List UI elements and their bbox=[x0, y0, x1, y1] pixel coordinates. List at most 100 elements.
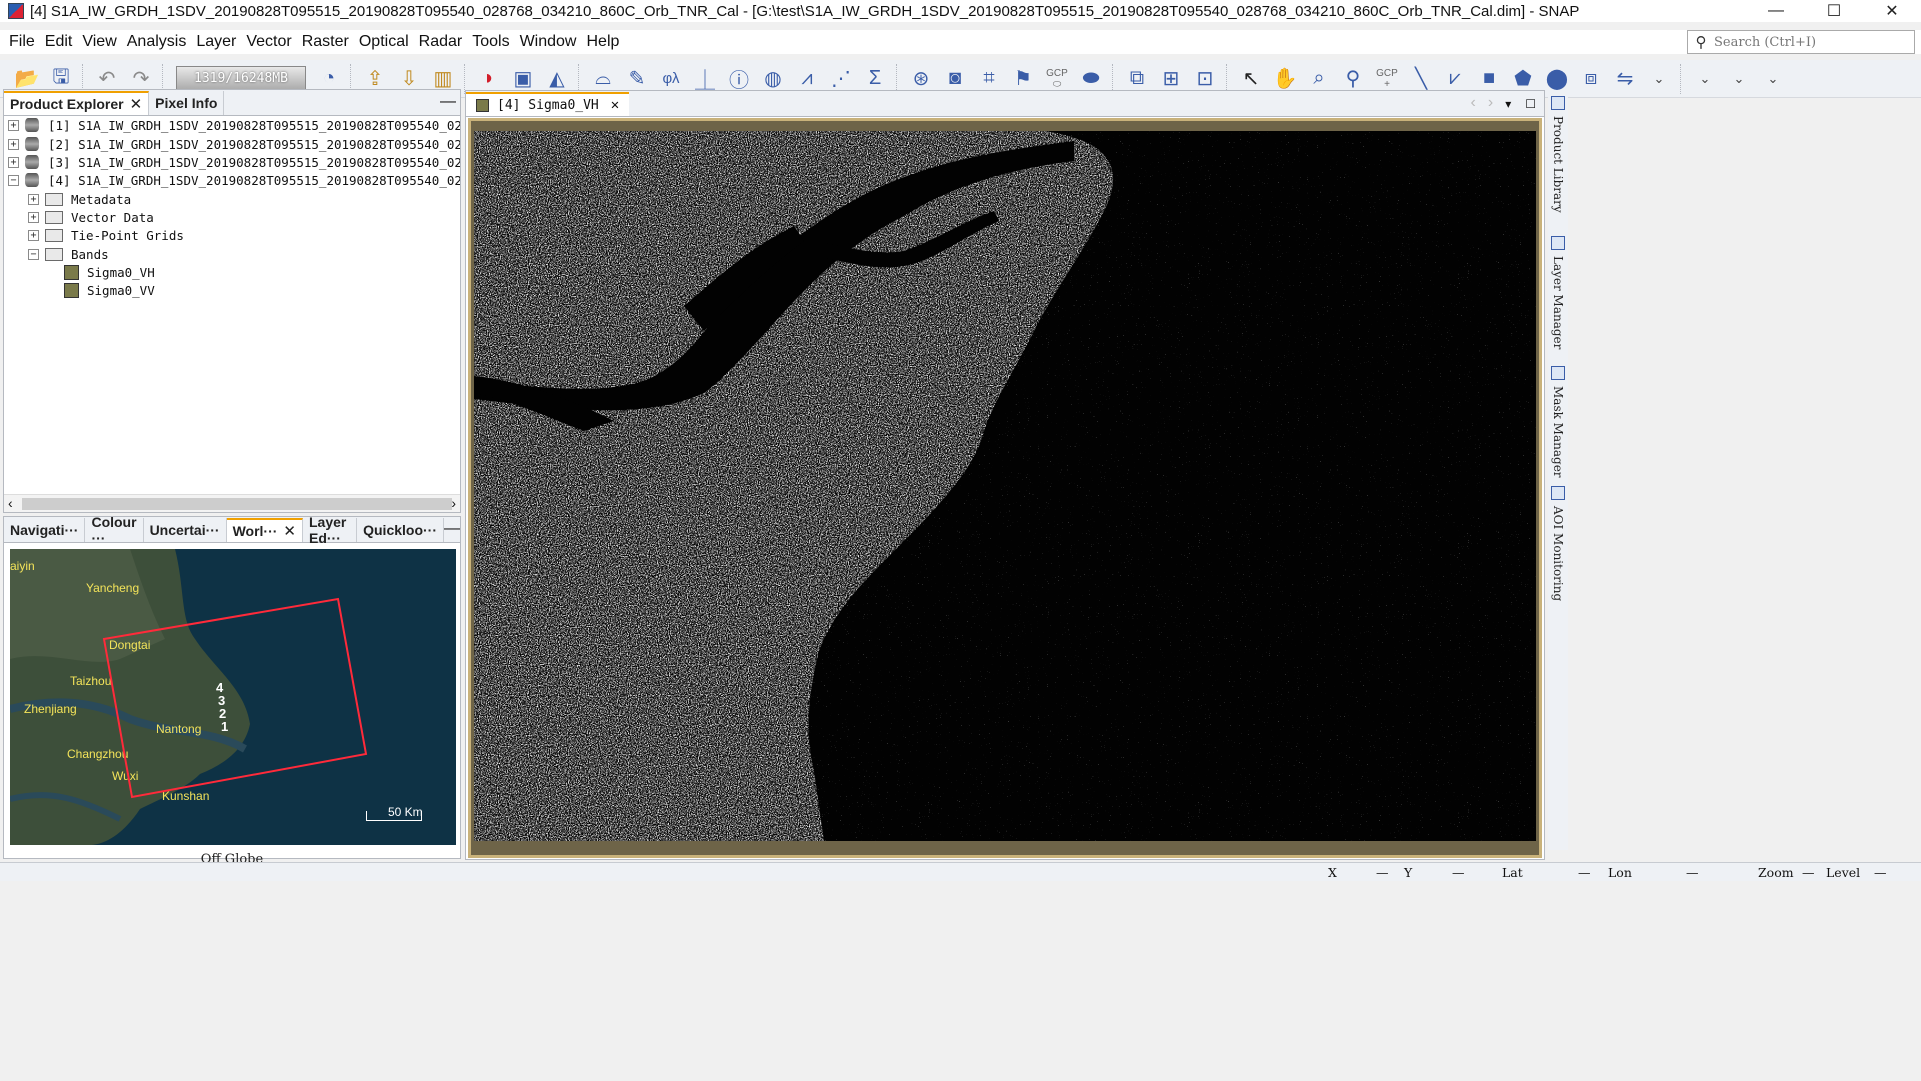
camera-icon[interactable]: ◙ bbox=[938, 64, 972, 94]
range-finder-icon[interactable]: ⌓ bbox=[586, 64, 620, 94]
tree-band-sigma0-vh[interactable]: Sigma0_VH bbox=[64, 263, 155, 281]
minimize-button[interactable]: — bbox=[1747, 0, 1805, 22]
insert-figure-icon[interactable]: ⧈ bbox=[1574, 64, 1608, 94]
tree-product-4[interactable]: − [4] S1A_IW_GRDH_1SDV_20190828T095515_2… bbox=[8, 171, 460, 189]
gcp-placing-icon[interactable]: GCP + bbox=[1370, 64, 1404, 94]
tab-navigation[interactable]: Navigati··· bbox=[4, 518, 86, 542]
mask-icon[interactable]: ⬬ bbox=[1074, 64, 1108, 94]
close-button[interactable]: ✕ bbox=[1863, 0, 1921, 22]
menu-file[interactable]: File bbox=[4, 33, 40, 51]
world-map-view[interactable]: aiyin Yancheng Dongtai Taizhou Zhenjiang… bbox=[10, 549, 456, 845]
close-icon[interactable]: ✕ bbox=[283, 522, 296, 540]
tree-band-sigma0-vv[interactable]: Sigma0_VV bbox=[64, 281, 155, 299]
expand-icon[interactable]: + bbox=[8, 119, 19, 131]
expand-icon[interactable]: + bbox=[8, 156, 19, 168]
information-icon[interactable]: ⓘ bbox=[722, 64, 756, 94]
menu-tools[interactable]: Tools bbox=[467, 33, 514, 51]
toolbar-overflow-icon[interactable]: ⌄ bbox=[1722, 64, 1756, 94]
scatter-plot-icon[interactable]: ⋰ bbox=[824, 64, 858, 94]
expand-icon[interactable]: + bbox=[28, 193, 39, 205]
minimize-panel-button[interactable]: — bbox=[444, 520, 460, 542]
menu-edit[interactable]: Edit bbox=[40, 33, 78, 51]
tree-product-2[interactable]: + [2] S1A_IW_GRDH_1SDV_20190828T095515_2… bbox=[8, 135, 460, 153]
band-maths-icon[interactable]: ▣ bbox=[506, 64, 540, 94]
toolbar-overflow-icon[interactable]: ⌄ bbox=[1756, 64, 1790, 94]
polygon-drawing-icon[interactable]: ⬟ bbox=[1506, 64, 1540, 94]
maximize-window-icon[interactable]: ☐ bbox=[1517, 97, 1544, 116]
menu-raster[interactable]: Raster bbox=[297, 33, 354, 51]
menu-optical[interactable]: Optical bbox=[354, 33, 414, 51]
tab-colour[interactable]: Colour ··· bbox=[85, 514, 144, 546]
gcp-manager-icon[interactable]: GCP ⬭ bbox=[1040, 64, 1074, 94]
close-icon[interactable]: ✕ bbox=[130, 95, 143, 113]
nav-next-icon[interactable]: › bbox=[1482, 94, 1499, 116]
expand-icon[interactable]: + bbox=[8, 138, 19, 150]
toolbar-overflow-icon[interactable]: ⌄ bbox=[1688, 64, 1722, 94]
side-tab-product-library[interactable]: Product Library bbox=[1548, 96, 1568, 213]
zoom-tool-icon[interactable]: ⌕ bbox=[1302, 64, 1336, 94]
scrollbar-thumb[interactable] bbox=[22, 498, 452, 510]
wind-icon[interactable]: ⊛ bbox=[904, 64, 938, 94]
tab-world-view[interactable]: Worl··· ✕ bbox=[226, 518, 303, 542]
world-map-icon[interactable]: ⊡ bbox=[1188, 64, 1222, 94]
tab-pixel-info[interactable]: Pixel Info bbox=[149, 91, 225, 115]
magic-wand-icon[interactable]: ⇋ bbox=[1608, 64, 1642, 94]
memory-indicator[interactable]: 1319/16248MB bbox=[176, 65, 306, 92]
menu-window[interactable]: Window bbox=[515, 33, 582, 51]
tree-product-3[interactable]: + [3] S1A_IW_GRDH_1SDV_20190828T095515_2… bbox=[8, 153, 460, 171]
sar-image[interactable] bbox=[474, 131, 1536, 841]
image-canvas[interactable] bbox=[468, 118, 1542, 858]
menu-radar[interactable]: Radar bbox=[414, 33, 468, 51]
tab-product-explorer[interactable]: Product Explorer ✕ bbox=[4, 91, 150, 115]
horizontal-scrollbar[interactable]: ‹ › bbox=[4, 494, 460, 512]
expand-icon[interactable]: + bbox=[28, 229, 39, 241]
geocoding-icon[interactable]: ◍ bbox=[756, 64, 790, 94]
graph-builder-icon[interactable]: ⧉ bbox=[1120, 64, 1154, 94]
nav-prev-icon[interactable]: ‹ bbox=[1465, 94, 1482, 116]
tree-node-bands[interactable]: − Bands bbox=[28, 245, 109, 263]
statistics-icon[interactable]: Σ bbox=[858, 64, 892, 94]
profile-plot-icon[interactable]: ⏊ bbox=[688, 64, 722, 94]
close-icon[interactable]: ✕ bbox=[611, 97, 619, 113]
side-tab-mask-manager[interactable]: Mask Manager bbox=[1548, 366, 1568, 478]
scroll-right-icon[interactable]: › bbox=[451, 495, 456, 511]
select-tool-icon[interactable]: ↖ bbox=[1234, 64, 1268, 94]
tab-quicklook[interactable]: Quickloo··· bbox=[357, 518, 444, 542]
line-drawing-icon[interactable]: ╲ bbox=[1404, 64, 1438, 94]
spectrum-icon[interactable]: ◭ bbox=[540, 64, 574, 94]
histogram-icon[interactable]: ⩘ bbox=[790, 64, 824, 94]
expand-icon[interactable]: + bbox=[28, 211, 39, 223]
graticule-icon[interactable]: ⌗ bbox=[972, 64, 1006, 94]
menu-help[interactable]: Help bbox=[581, 33, 624, 51]
search-input[interactable]: ⚲ Search (Ctrl+I) bbox=[1687, 30, 1915, 54]
tab-layer-editor[interactable]: Layer Ed··· bbox=[303, 514, 358, 546]
tree-product-1[interactable]: + [1] S1A_IW_GRDH_1SDV_20190828T095515_2… bbox=[8, 116, 460, 134]
collapse-icon[interactable]: − bbox=[8, 174, 19, 186]
tab-sigma0-vh[interactable]: [4] Sigma0_VH ✕ bbox=[466, 92, 630, 116]
pin-icon[interactable]: ⚑ bbox=[1006, 64, 1040, 94]
tree-node-metadata[interactable]: + Metadata bbox=[28, 190, 131, 208]
menu-vector[interactable]: Vector bbox=[241, 33, 296, 51]
scroll-left-icon[interactable]: ‹ bbox=[8, 495, 13, 511]
rgb-image-icon[interactable]: ◗ bbox=[472, 64, 506, 94]
tree-node-vector-data[interactable]: + Vector Data bbox=[28, 208, 154, 226]
phi-lambda-icon[interactable]: φλ bbox=[654, 64, 688, 94]
edit-shape-icon[interactable]: ✎ bbox=[620, 64, 654, 94]
collapse-icon[interactable]: − bbox=[28, 248, 39, 260]
side-tab-layer-manager[interactable]: Layer Manager bbox=[1548, 236, 1568, 349]
pin-placing-icon[interactable]: ⚲ bbox=[1336, 64, 1370, 94]
tab-uncertainty[interactable]: Uncertai··· bbox=[144, 518, 227, 542]
batch-processing-icon[interactable]: ⊞ bbox=[1154, 64, 1188, 94]
toolbar-overflow-icon[interactable]: ⌄ bbox=[1642, 64, 1676, 94]
menu-layer[interactable]: Layer bbox=[191, 33, 241, 51]
polyline-drawing-icon[interactable]: ⩗ bbox=[1438, 64, 1472, 94]
minimize-panel-button[interactable]: — bbox=[436, 93, 460, 115]
menu-analysis[interactable]: Analysis bbox=[122, 33, 192, 51]
document-list-icon[interactable]: ▾ bbox=[1499, 97, 1517, 116]
ellipse-drawing-icon[interactable]: ⬤ bbox=[1540, 64, 1574, 94]
tree-node-tie-point-grids[interactable]: + Tie-Point Grids bbox=[28, 226, 184, 244]
pan-tool-icon[interactable]: ✋ bbox=[1268, 64, 1302, 94]
rectangle-drawing-icon[interactable]: ■ bbox=[1472, 64, 1506, 94]
menu-view[interactable]: View bbox=[77, 33, 121, 51]
side-tab-aoi-monitoring[interactable]: AOI Monitoring bbox=[1548, 486, 1568, 601]
